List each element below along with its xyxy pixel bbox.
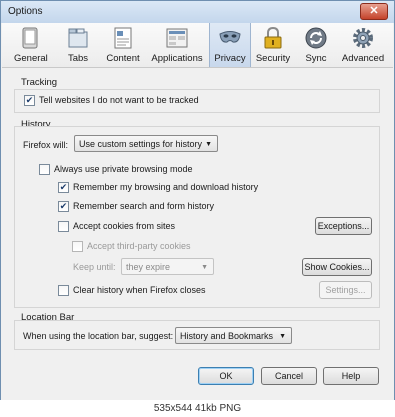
pane-privacy[interactable]: Privacy xyxy=(209,23,251,67)
general-icon xyxy=(22,27,38,49)
pane-label: Security xyxy=(255,53,291,64)
history-mode-dropdown[interactable]: Use custom settings for history ▼ xyxy=(74,135,218,152)
privacy-mask-icon xyxy=(219,31,241,43)
pane-label: Privacy xyxy=(214,53,246,64)
pane-label: Advanced xyxy=(341,53,385,64)
keep-until-dropdown[interactable]: they expire ▼ xyxy=(121,258,214,275)
privacy-panel: Tracking ✔ Tell websites I do not want t… xyxy=(2,68,393,401)
applications-icon xyxy=(166,28,188,48)
keep-until-value: they expire xyxy=(126,262,171,272)
firefox-will-label: Firefox will: xyxy=(23,140,69,150)
pane-label: Content xyxy=(106,53,140,64)
remember-search-label: Remember search and form history xyxy=(73,201,215,211)
pane-label: General xyxy=(14,53,48,64)
clear-settings-button[interactable]: Settings... xyxy=(319,281,372,299)
content-icon xyxy=(114,27,132,49)
pane-sync[interactable]: Sync xyxy=(302,23,330,67)
history-mode-value: Use custom settings for history xyxy=(79,139,203,149)
check-mark-icon: ✔ xyxy=(59,201,68,211)
private-browsing-checkbox[interactable] xyxy=(39,164,50,175)
sync-icon xyxy=(305,27,327,49)
gear-icon xyxy=(353,28,373,48)
do-not-track-label: Tell websites I do not want to be tracke… xyxy=(39,95,199,105)
suggest-label: When using the location bar, suggest: xyxy=(23,331,174,341)
pane-label: Tabs xyxy=(67,53,89,64)
remember-browsing-label: Remember my browsing and download histor… xyxy=(73,182,259,192)
tabs-icon xyxy=(68,28,88,48)
keep-until-label: Keep until: xyxy=(73,262,116,272)
help-button[interactable]: Help xyxy=(323,367,379,385)
dropdown-arrow-icon: ▼ xyxy=(205,141,212,148)
check-mark-icon: ✔ xyxy=(59,182,68,192)
preferences-toolbar: General Tabs Content Applications Privac… xyxy=(2,23,393,68)
suggest-value: History and Bookmarks xyxy=(180,331,274,341)
check-mark-icon: ✔ xyxy=(25,95,34,105)
tracking-group-title: Tracking xyxy=(21,77,58,88)
accept-cookies-label: Accept cookies from sites xyxy=(73,221,176,231)
private-browsing-label: Always use private browsing mode xyxy=(54,164,193,174)
pane-security[interactable]: Security xyxy=(254,23,292,67)
pane-advanced[interactable]: Advanced xyxy=(339,23,387,67)
window-title: Options xyxy=(8,6,43,17)
close-button[interactable]: ✕ xyxy=(360,3,388,20)
remember-browsing-checkbox[interactable]: ✔ xyxy=(58,182,69,193)
pane-label: Applications xyxy=(151,53,203,64)
pane-general[interactable]: General xyxy=(14,23,48,67)
dropdown-arrow-icon: ▼ xyxy=(201,264,208,271)
do-not-track-checkbox[interactable]: ✔ xyxy=(24,95,35,106)
remember-search-checkbox[interactable]: ✔ xyxy=(58,201,69,212)
accept-cookies-checkbox[interactable] xyxy=(58,221,69,232)
dropdown-arrow-icon: ▼ xyxy=(279,333,286,340)
title-bar[interactable]: Options ✕ xyxy=(1,1,394,23)
show-cookies-button[interactable]: Show Cookies... xyxy=(302,258,372,276)
options-dialog: Options ✕ General Tabs Content Applicati… xyxy=(0,0,395,402)
suggest-dropdown[interactable]: History and Bookmarks ▼ xyxy=(175,327,292,344)
cancel-button[interactable]: Cancel xyxy=(261,367,317,385)
pane-label: Sync xyxy=(305,53,327,64)
third-party-cookies-label: Accept third-party cookies xyxy=(87,241,191,251)
exceptions-button[interactable]: Exceptions... xyxy=(315,217,372,235)
pane-tabs[interactable]: Tabs xyxy=(62,23,94,67)
ok-button[interactable]: OK xyxy=(198,367,254,385)
pane-content[interactable]: Content xyxy=(102,23,144,67)
clear-history-label: Clear history when Firefox closes xyxy=(73,285,206,295)
clear-history-checkbox[interactable] xyxy=(58,285,69,296)
pane-applications[interactable]: Applications xyxy=(148,23,206,67)
image-caption: 535x544 41kb PNG xyxy=(0,400,395,417)
third-party-cookies-checkbox[interactable] xyxy=(72,241,83,252)
padlock-icon xyxy=(264,26,282,49)
